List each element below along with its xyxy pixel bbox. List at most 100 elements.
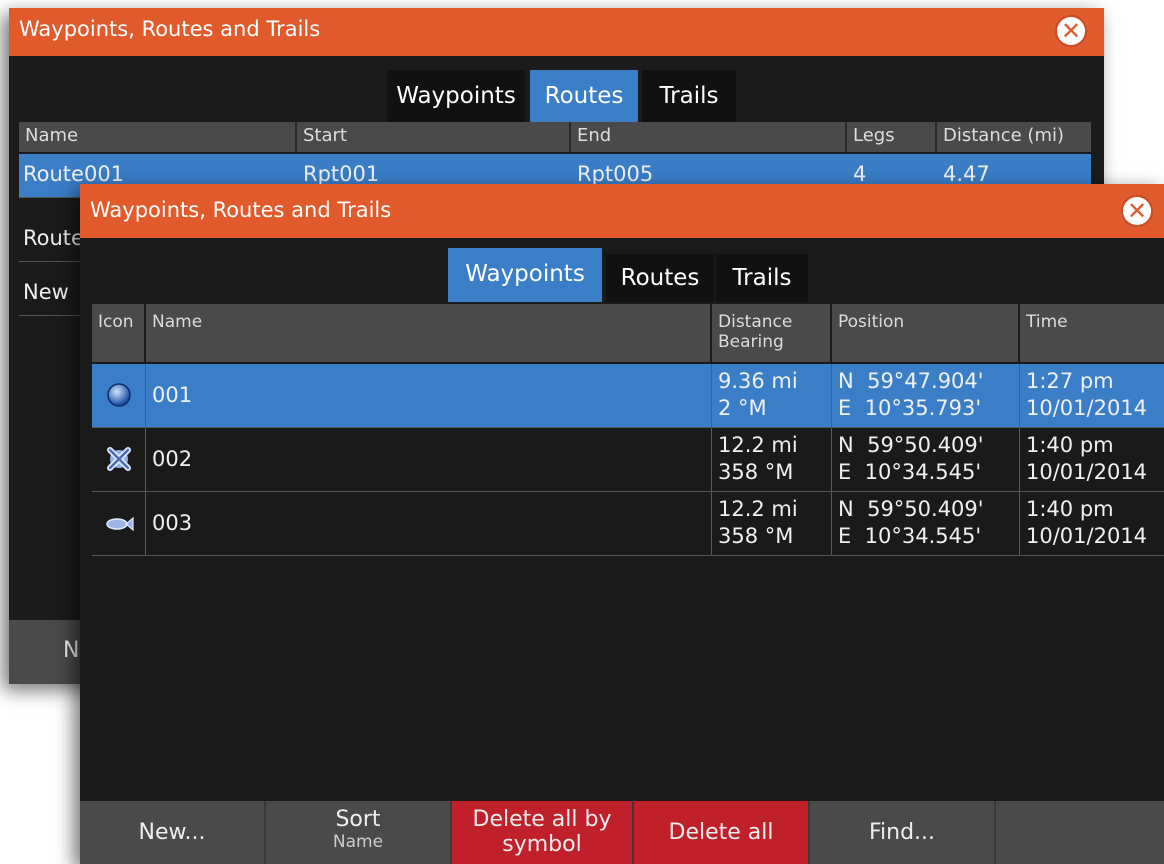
- tab-label: Waypoints: [396, 83, 516, 109]
- fish-icon: [106, 516, 134, 532]
- sort-button-value: Name: [332, 832, 384, 852]
- blue-dot-icon: [107, 383, 131, 407]
- back-tab-trails[interactable]: Trails: [642, 70, 736, 122]
- route-name: Route001: [23, 162, 125, 186]
- waypoint-name: 002: [146, 428, 712, 491]
- icon-cell: [92, 492, 146, 555]
- new-button-label: New...: [138, 820, 206, 845]
- waypoint-name: 001: [146, 364, 712, 427]
- col-legs[interactable]: Legs: [847, 122, 937, 152]
- col-end[interactable]: End: [571, 122, 847, 152]
- distance-bearing-cell: 12.2 mi 358 °M: [712, 428, 832, 491]
- find-button[interactable]: Find...: [810, 801, 996, 864]
- bearing-value: 358 °M: [718, 460, 794, 484]
- close-icon: ✕: [1126, 197, 1148, 225]
- date-value: 10/01/2014: [1026, 460, 1148, 484]
- front-close-button[interactable]: ✕: [1120, 194, 1154, 228]
- lat-dir: N: [838, 433, 854, 457]
- sort-button[interactable]: Sort Name: [266, 801, 452, 864]
- distance-bearing-cell: 12.2 mi 358 °M: [712, 492, 832, 555]
- new-button[interactable]: New...: [80, 801, 266, 864]
- delete-all-by-symbol-button[interactable]: Delete all by symbol: [452, 801, 634, 864]
- x-marker-icon: [107, 447, 131, 471]
- front-dialog-title: Waypoints, Routes and Trails: [90, 198, 392, 222]
- col-bearing-label: Bearing: [718, 332, 784, 352]
- col-position[interactable]: Position: [832, 304, 1020, 362]
- position-cell: N 59°47.904' E 10°35.793': [832, 364, 1020, 427]
- back-table-header: Name Start End Legs Distance (mi): [19, 122, 1091, 152]
- route-legs: 4: [853, 162, 867, 186]
- back-tab-routes[interactable]: Routes: [530, 70, 638, 122]
- col-distance[interactable]: Distance (mi): [937, 122, 1091, 152]
- distance-value: 12.2 mi: [718, 497, 798, 521]
- lon-value: 10°34.545': [864, 524, 982, 548]
- lat-value: 59°50.409': [867, 433, 984, 457]
- distance-bearing-cell: 9.36 mi 2 °M: [712, 364, 832, 427]
- delete-by-symbol-line2: symbol: [502, 832, 582, 857]
- time-value: 1:40 pm: [1026, 497, 1114, 521]
- time-value: 1:40 pm: [1026, 433, 1114, 457]
- time-cell: 1:40 pm 10/01/2014: [1020, 428, 1164, 491]
- col-time[interactable]: Time: [1020, 304, 1164, 362]
- back-new-button[interactable]: N: [63, 638, 79, 663]
- tab-waypoints[interactable]: Waypoints: [448, 248, 602, 302]
- time-cell: 1:27 pm 10/01/2014: [1020, 364, 1164, 427]
- col-start[interactable]: Start: [297, 122, 571, 152]
- lon-value: 10°34.545': [864, 460, 982, 484]
- icon-cell: [92, 428, 146, 491]
- time-value: 1:27 pm: [1026, 369, 1114, 393]
- close-icon: ✕: [1060, 17, 1082, 45]
- tab-trails[interactable]: Trails: [716, 254, 808, 302]
- empty-button: [996, 801, 1164, 864]
- icon-cell: [92, 364, 146, 427]
- lat-dir: N: [838, 369, 854, 393]
- back-close-button[interactable]: ✕: [1054, 14, 1088, 48]
- waypoint-row[interactable]: 003 12.2 mi 358 °M N 59°50.409' E 10°34.…: [92, 492, 1164, 556]
- tab-routes[interactable]: Routes: [606, 254, 714, 302]
- back-titlebar: Waypoints, Routes and Trails ✕: [9, 8, 1104, 56]
- button-bar: New... Sort Name Delete all by symbol De…: [80, 801, 1164, 864]
- back-dialog-title: Waypoints, Routes and Trails: [19, 17, 321, 41]
- route-name: New: [23, 280, 69, 304]
- route-start: Rpt001: [303, 162, 380, 186]
- bearing-value: 358 °M: [718, 524, 794, 548]
- lon-dir: E: [838, 460, 852, 484]
- waypoint-table-header: Icon Name Distance Bearing Position Time: [92, 304, 1164, 362]
- lon-dir: E: [838, 396, 852, 420]
- col-name[interactable]: Name: [19, 122, 297, 152]
- sort-button-label: Sort: [335, 807, 381, 832]
- lat-value: 59°47.904': [867, 369, 984, 393]
- tab-label: Routes: [620, 265, 700, 291]
- delete-all-label: Delete all: [668, 820, 774, 845]
- lon-dir: E: [838, 524, 852, 548]
- tab-label: Waypoints: [465, 261, 585, 287]
- front-titlebar: Waypoints, Routes and Trails ✕: [80, 184, 1164, 238]
- delete-by-symbol-line1: Delete all by: [472, 807, 612, 832]
- tab-label: Routes: [544, 83, 624, 109]
- col-distance-label: Distance: [718, 312, 793, 332]
- find-button-label: Find...: [868, 820, 936, 845]
- waypoint-name: 003: [146, 492, 712, 555]
- date-value: 10/01/2014: [1026, 524, 1148, 548]
- col-icon[interactable]: Icon: [92, 304, 146, 362]
- lat-value: 59°50.409': [867, 497, 984, 521]
- delete-all-button[interactable]: Delete all: [634, 801, 810, 864]
- time-cell: 1:40 pm 10/01/2014: [1020, 492, 1164, 555]
- tab-label: Trails: [659, 83, 719, 109]
- route-distance: 4.47: [943, 162, 990, 186]
- lat-dir: N: [838, 497, 854, 521]
- front-dialog: Waypoints, Routes and Trails ✕ Waypoints…: [80, 184, 1164, 864]
- col-name[interactable]: Name: [146, 304, 712, 362]
- back-tab-waypoints[interactable]: Waypoints: [387, 70, 525, 122]
- col-distance-bearing[interactable]: Distance Bearing: [712, 304, 832, 362]
- distance-value: 12.2 mi: [718, 433, 798, 457]
- tab-label: Trails: [732, 265, 792, 291]
- position-cell: N 59°50.409' E 10°34.545': [832, 428, 1020, 491]
- route-end: Rpt005: [577, 162, 654, 186]
- bearing-value: 2 °M: [718, 396, 767, 420]
- lon-value: 10°35.793': [864, 396, 982, 420]
- waypoint-row[interactable]: 002 12.2 mi 358 °M N 59°50.409' E 10°34.…: [92, 428, 1164, 492]
- date-value: 10/01/2014: [1026, 396, 1148, 420]
- waypoint-row[interactable]: 001 9.36 mi 2 °M N 59°47.904' E 10°35.79…: [92, 364, 1164, 428]
- distance-value: 9.36 mi: [718, 369, 798, 393]
